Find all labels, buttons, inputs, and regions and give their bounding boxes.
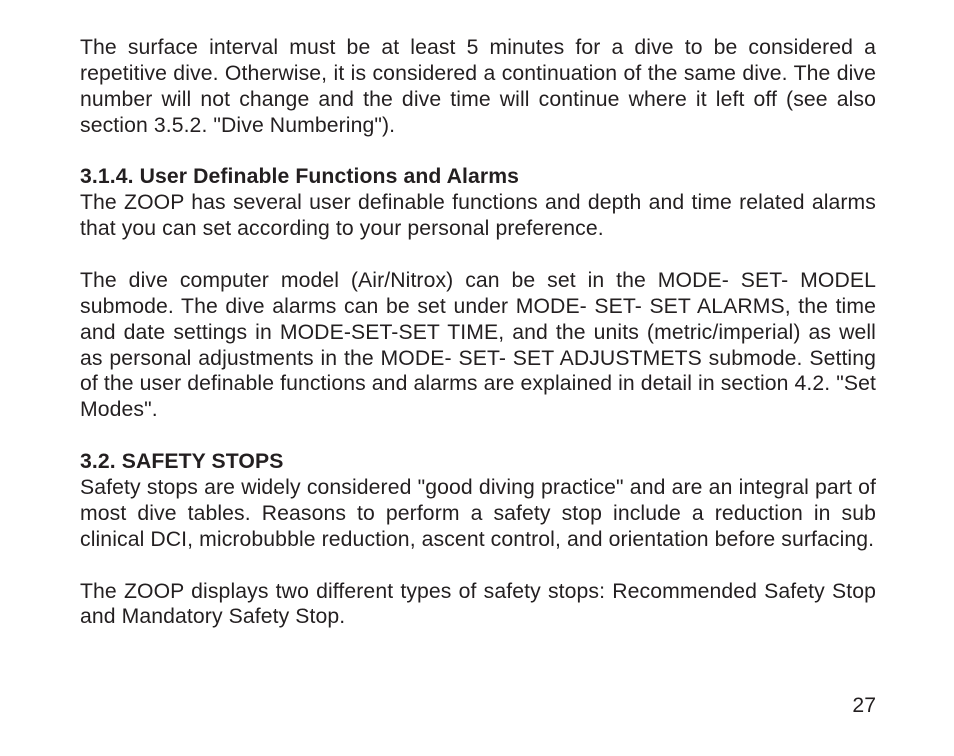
paragraph-3-2-b: The ZOOP displays two different types of… — [80, 579, 876, 631]
section-3-2: 3.2. SAFETY STOPS Safety stops are widel… — [80, 449, 876, 552]
heading-3-1-4: 3.1.4. User Definable Functions and Alar… — [80, 165, 519, 188]
paragraph-3-2-a: Safety stops are widely considered "good… — [80, 476, 876, 551]
heading-3-2: 3.2. SAFETY STOPS — [80, 450, 283, 473]
paragraph-3-1-4-a: The ZOOP has several user definable func… — [80, 191, 876, 240]
section-3-1-4: 3.1.4. User Definable Functions and Alar… — [80, 164, 876, 242]
paragraph-3-1-4-b: The dive computer model (Air/Nitrox) can… — [80, 268, 876, 423]
page-number: 27 — [852, 694, 876, 718]
paragraph-intro: The surface interval must be at least 5 … — [80, 35, 876, 138]
document-page: The surface interval must be at least 5 … — [0, 0, 954, 756]
